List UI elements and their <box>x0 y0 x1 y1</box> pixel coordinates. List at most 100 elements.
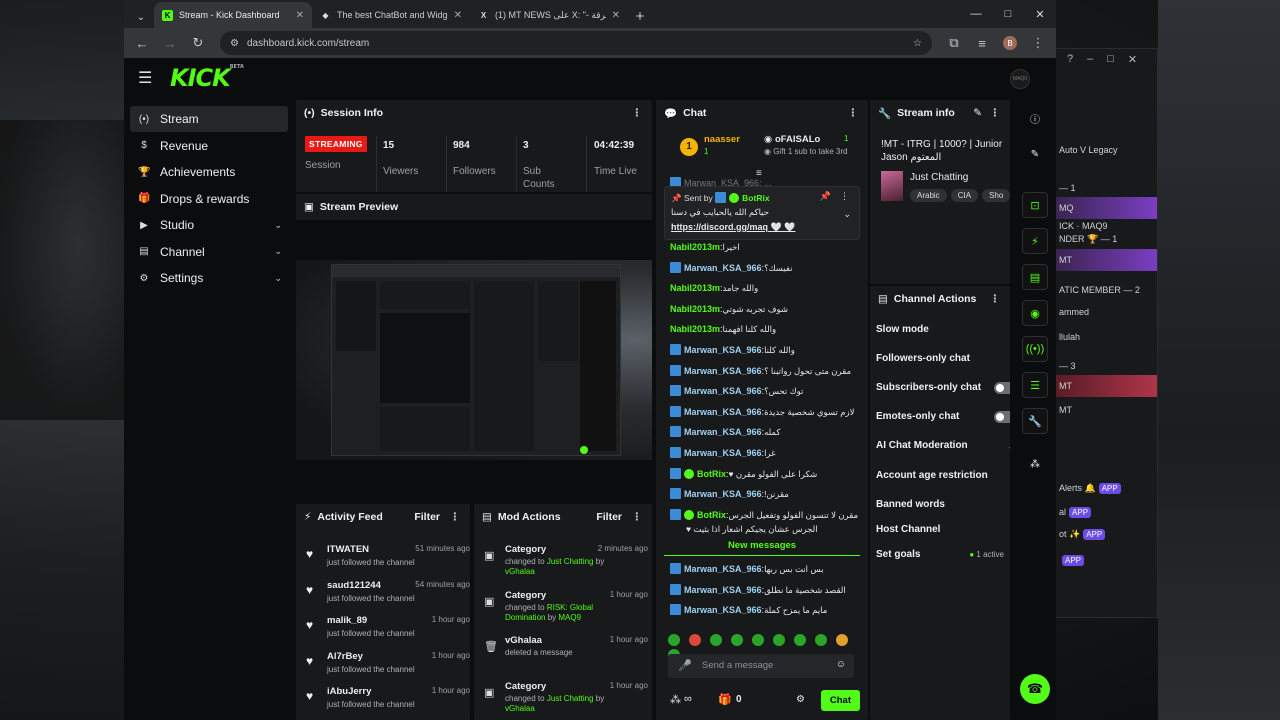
channel-action-ai-chat-moderation[interactable]: AI Chat Moderation ⇗ <box>876 438 1010 454</box>
toggle-switch[interactable] <box>994 411 1010 423</box>
help-icon[interactable]: ? <box>1067 53 1073 65</box>
browser-tab-chatbot[interactable]: ◆ The best ChatBot and Widgets f ✕ <box>312 2 470 28</box>
follower-name[interactable]: malik_89 <box>327 615 367 626</box>
sidebar-item-channel[interactable]: ▤ Channel ⌄ <box>130 239 288 265</box>
browser-tab-kick-dashboard[interactable]: K Stream - Kick Dashboard ✕ <box>154 2 312 28</box>
follower-name[interactable]: saud121244 <box>327 580 381 591</box>
chat-username[interactable]: BotRix <box>697 469 726 479</box>
more-options-icon[interactable]: ⋮ <box>840 191 849 202</box>
bookmark-star-icon[interactable]: ☆ <box>913 38 922 49</box>
chat-message[interactable]: Marwan_KSA_966:توك تحس؟ <box>670 384 860 398</box>
channel-action-slow-mode[interactable]: Slow mode› <box>876 322 1008 338</box>
chat-message[interactable]: Marwan_KSA_966:غرا <box>670 446 860 460</box>
maximize-icon[interactable]: □ <box>1107 53 1114 65</box>
toggle-switch[interactable] <box>994 382 1010 394</box>
pinned-message[interactable]: 📌 Sent by BotRix 📌 ⋮ حياكم الله يالحبايب… <box>664 186 860 240</box>
channel-action-banned-words[interactable]: Banned words› <box>876 497 1008 513</box>
chat-username[interactable]: BotRix <box>697 510 726 520</box>
microphone-icon[interactable]: 🎤 <box>678 659 692 672</box>
channel-action-subscribers-only-chat[interactable]: Subscribers-only chat <box>876 380 1010 396</box>
more-options-icon[interactable]: ⋮ <box>632 511 643 523</box>
emoji-picker-icon[interactable]: ☺ <box>836 659 846 670</box>
tab-close-icon[interactable]: ✕ <box>612 10 620 21</box>
browser-tab-x[interactable]: X (1) MT NEWS على X: "- لقة فرقة ✕ <box>470 2 628 28</box>
reload-icon[interactable]: ↻ <box>186 31 210 55</box>
chat-message[interactable]: Marwan_KSA_966:مقرن متى تحول رواتبنا ؟ <box>670 364 860 378</box>
chat-username[interactable]: Nabil2013m <box>670 283 720 293</box>
chat-message[interactable]: Nabil2013m:والله كلنا افهمنا <box>670 322 860 336</box>
browser-menu-icon[interactable]: ⋮ <box>1026 31 1050 55</box>
chat-message[interactable]: Marwan_KSA_966:مايم ما يمزح كملة <box>670 603 860 617</box>
stream-preview-video[interactable] <box>296 260 652 460</box>
support-button[interactable]: ☎ <box>1020 674 1050 704</box>
forward-icon[interactable]: → <box>158 31 182 55</box>
gifter-name[interactable]: ◉ oFAISALo <box>764 134 820 145</box>
follower-name[interactable]: iAbuJerry <box>327 686 371 697</box>
category-link[interactable]: Just Chatting <box>547 557 594 566</box>
close-icon[interactable]: ✕ <box>1128 53 1137 66</box>
filter-button[interactable]: Filter <box>414 511 440 523</box>
pinned-link[interactable]: https://discord.gg/maq 🤍 🤍 <box>671 222 795 233</box>
send-chat-button[interactable]: Chat <box>820 690 860 711</box>
category-link[interactable]: Just Chatting <box>547 694 594 703</box>
extensions-icon[interactable]: ⧉ <box>942 31 966 55</box>
info-icon[interactable]: ⓘ <box>1027 110 1043 126</box>
chat-message[interactable]: Marwan_KSA_966:مقرنن! <box>670 487 860 501</box>
scroll-to-bottom-icon[interactable]: ≡ <box>756 168 762 179</box>
chat-username[interactable]: Marwan_KSA_966 <box>684 489 762 499</box>
chat-message[interactable]: BotRix:حياكم الله مقرن لا تنسون الفولو و… <box>670 508 860 522</box>
gift-icon[interactable]: 🎁 <box>718 693 732 706</box>
category-name[interactable]: Just Chatting <box>910 172 968 183</box>
chat-message[interactable]: Marwan_KSA_966:نفيسك؟ <box>670 261 860 275</box>
list-widget-button[interactable]: ☰ <box>1022 372 1048 398</box>
chat-message[interactable]: Marwan_KSA_966:كمله <box>670 425 860 439</box>
chat-username[interactable]: Nabil2013m <box>670 242 720 252</box>
more-options-icon[interactable]: ⋮ <box>848 107 859 119</box>
chat-username[interactable]: Marwan_KSA_966 <box>684 366 762 376</box>
lightning-widget-button[interactable]: ⚡ <box>1022 228 1048 254</box>
emote-icon[interactable] <box>815 634 827 646</box>
site-info-icon[interactable]: ⚙ <box>230 38 239 49</box>
follower-name[interactable]: Al7rBey <box>327 651 363 662</box>
edit-pencil-icon[interactable]: ✎ <box>973 107 982 119</box>
profile-avatar[interactable]: B <box>998 31 1022 55</box>
sidebar-item-settings[interactable]: ⚙ Settings ⌄ <box>130 265 288 291</box>
wrench-widget-button[interactable]: 🔧 <box>1022 408 1048 434</box>
apps-icon[interactable]: ⁂ <box>1027 456 1043 472</box>
emote-icon[interactable] <box>773 634 785 646</box>
back-icon[interactable]: ← <box>130 31 154 55</box>
chevron-down-icon[interactable]: ⌄ <box>274 220 282 231</box>
kick-logo[interactable]: KICKBETA <box>170 64 244 92</box>
qr-widget-button[interactable]: ⊡ <box>1022 192 1048 218</box>
chat-message[interactable]: Marwan_KSA_966:القصد شخصية ما نطلق <box>670 583 860 597</box>
points-icon[interactable]: ⁂ <box>670 693 681 706</box>
tab-close-icon[interactable]: ✕ <box>454 10 462 21</box>
media-icon[interactable]: ≡ <box>970 31 994 55</box>
moderator-link[interactable]: vGhalaa <box>505 704 535 713</box>
sidebar-item-revenue[interactable]: $ Revenue <box>130 133 288 159</box>
chat-message[interactable]: Nabil2013m:والله جامد <box>670 281 860 295</box>
tab-search-icon[interactable]: ⌄ <box>128 6 154 28</box>
tab-close-icon[interactable]: ✕ <box>296 10 304 21</box>
tag[interactable]: Arabic <box>910 189 947 202</box>
sidebar-item-studio[interactable]: ▶ Studio ⌄ <box>130 212 288 238</box>
broadcast-widget-button[interactable]: ((•)) <box>1022 336 1048 362</box>
chevron-down-icon[interactable]: ⌄ <box>274 273 282 284</box>
chat-username[interactable]: Marwan_KSA_966 <box>684 407 762 417</box>
channel-action-host-channel[interactable]: Host Channel <box>876 522 1008 538</box>
tag[interactable]: Sho <box>982 189 1010 202</box>
filter-button[interactable]: Filter <box>596 511 622 523</box>
moderator-link[interactable]: MAQ9 <box>558 613 581 622</box>
sidebar-item-drops-rewards[interactable]: 🎁 Drops & rewards <box>130 186 288 212</box>
chat-username[interactable]: Marwan_KSA_966 <box>684 448 762 458</box>
emote-icon[interactable] <box>668 634 680 646</box>
emote-icon[interactable] <box>731 634 743 646</box>
close-icon[interactable]: ✕ <box>1024 0 1056 28</box>
channel-action-emotes-only-chat[interactable]: Emotes-only chat <box>876 409 1010 425</box>
follower-name[interactable]: ITWATEN <box>327 544 369 555</box>
user-avatar[interactable]: MAQ9 <box>1010 69 1030 89</box>
chat-username[interactable]: Marwan_KSA_966 <box>684 345 762 355</box>
channel-action-account-age-restriction[interactable]: Account age restriction› <box>876 468 1008 484</box>
chat-message[interactable]: Marwan_KSA_966:والله كلنا <box>670 343 860 357</box>
chevron-down-icon[interactable]: ⌄ <box>274 246 282 257</box>
